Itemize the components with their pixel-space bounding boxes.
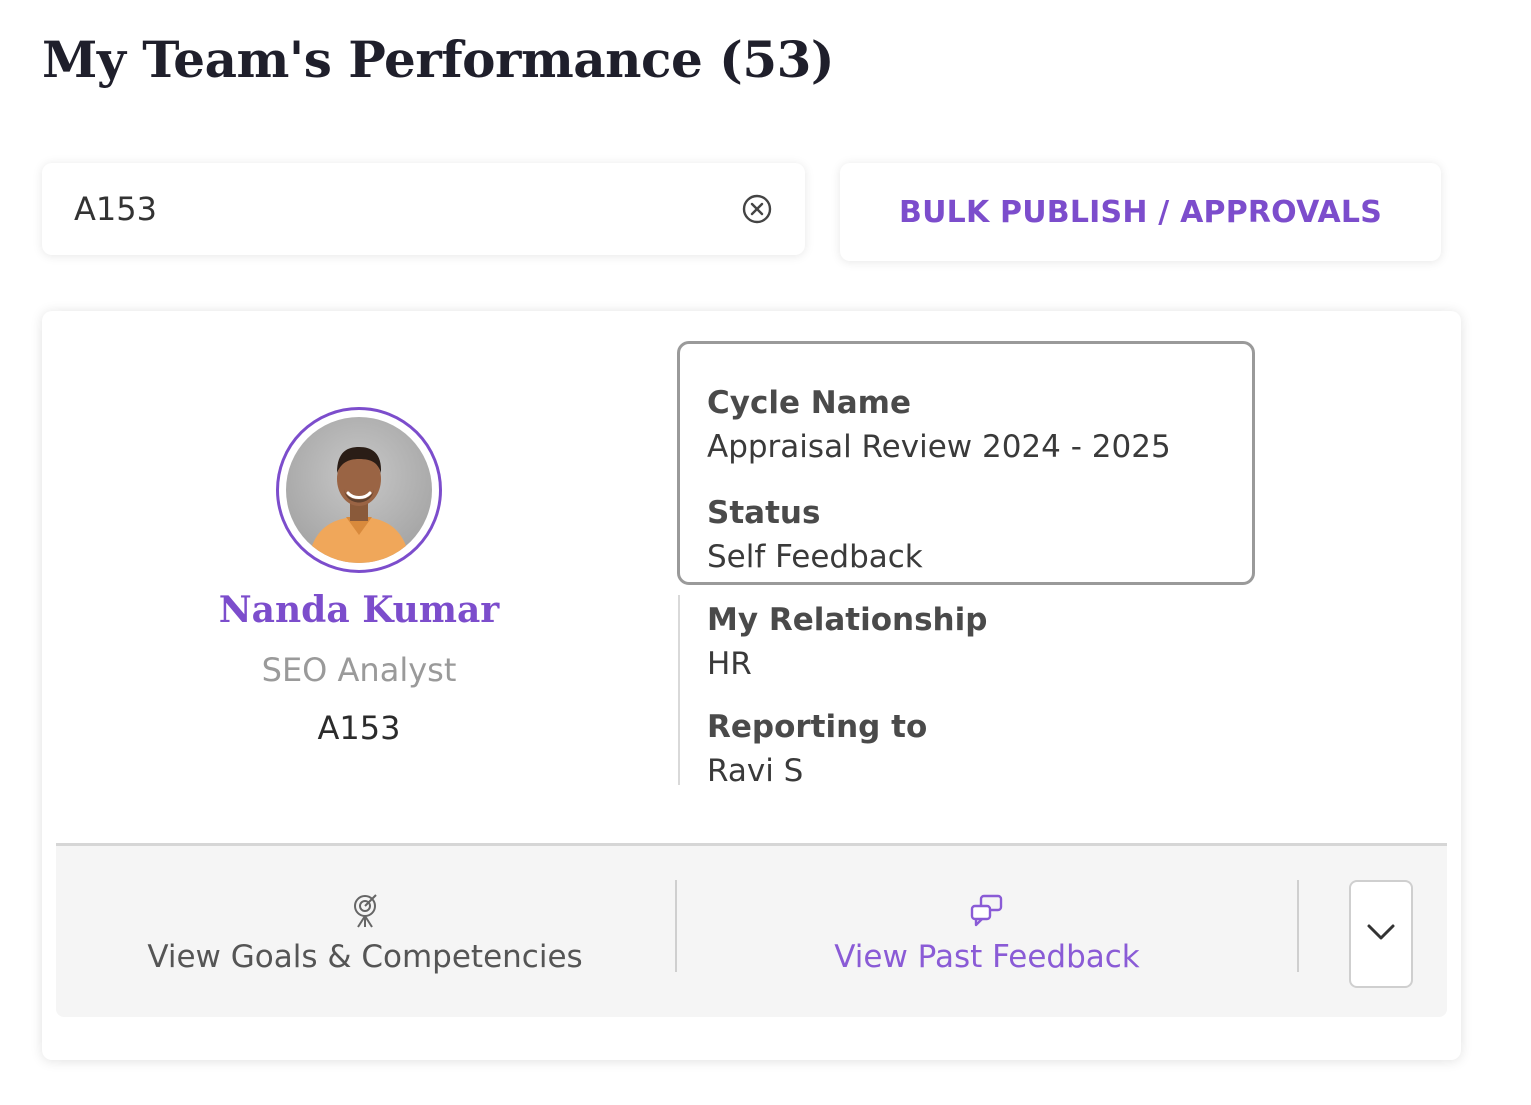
reporting-block: Reporting to Ravi S — [707, 707, 927, 791]
card-actions: View Goals & Competencies View Past Feed… — [56, 843, 1447, 1017]
circle-x-icon[interactable] — [739, 191, 775, 227]
cycle-name-value: Appraisal Review 2024 - 2025 — [707, 429, 1171, 465]
chat-icon — [967, 891, 1007, 931]
view-goals-button[interactable]: View Goals & Competencies — [56, 846, 674, 1020]
relationship-label: My Relationship — [707, 602, 988, 638]
status-block: Status Self Feedback — [707, 493, 923, 577]
cycle-name-block: Cycle Name Appraisal Review 2024 - 2025 — [707, 383, 1171, 467]
employee-name[interactable]: Nanda Kumar — [219, 589, 500, 631]
employee-role: SEO Analyst — [261, 651, 457, 689]
avatar[interactable] — [276, 407, 442, 573]
employee-card: Nanda Kumar SEO Analyst A153 Cycle Name … — [42, 311, 1461, 1060]
bulk-publish-button[interactable]: BULK PUBLISH / APPROVALS — [840, 163, 1441, 261]
relationship-block: My Relationship HR — [707, 600, 987, 684]
chevron-down-icon — [1365, 922, 1397, 946]
search-box — [42, 163, 805, 255]
target-icon — [345, 891, 385, 931]
reporting-value: Ravi S — [707, 753, 804, 789]
search-input[interactable] — [74, 179, 739, 239]
relationship-value: HR — [707, 646, 752, 682]
status-value: Self Feedback — [707, 539, 923, 575]
info-divider — [678, 595, 680, 785]
reporting-label: Reporting to — [707, 709, 928, 745]
view-goals-label: View Goals & Competencies — [147, 939, 583, 975]
page-title: My Team's Performance (53) — [42, 30, 835, 89]
action-divider — [1297, 880, 1299, 972]
cycle-name-label: Cycle Name — [707, 385, 911, 421]
view-past-feedback-button[interactable]: View Past Feedback — [676, 846, 1298, 1020]
employee-profile: Nanda Kumar SEO Analyst A153 — [42, 311, 676, 831]
view-past-feedback-label: View Past Feedback — [834, 939, 1140, 975]
status-label: Status — [707, 495, 821, 531]
profile-photo — [286, 417, 432, 563]
expand-button[interactable] — [1349, 880, 1413, 988]
employee-id: A153 — [317, 709, 401, 747]
